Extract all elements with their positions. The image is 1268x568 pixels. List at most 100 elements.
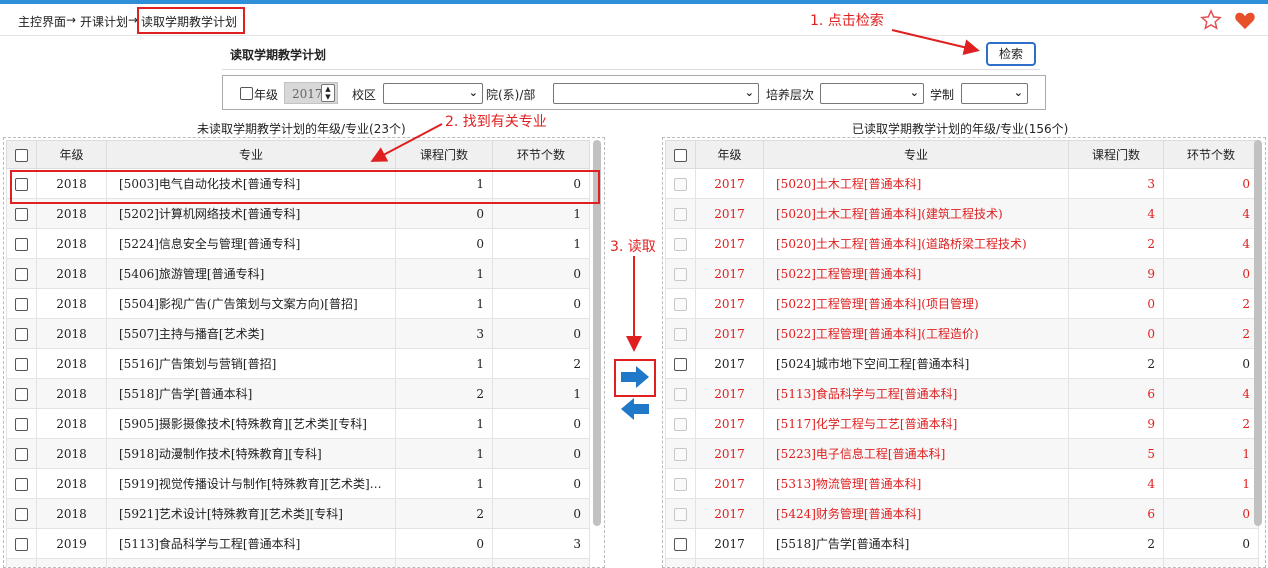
- row-checkbox[interactable]: [15, 207, 28, 221]
- cell-links: 4: [1163, 378, 1259, 409]
- row-checkbox-cell[interactable]: [6, 318, 37, 349]
- row-checkbox-cell[interactable]: [6, 378, 37, 409]
- row-checkbox[interactable]: [15, 387, 28, 401]
- table-row[interactable]: 2017 [5424]财务管理[普通本科] 6 0: [665, 498, 1259, 529]
- level-select[interactable]: ⌄: [820, 83, 924, 104]
- row-checkbox-cell[interactable]: [6, 468, 37, 499]
- table-row[interactable]: 2018 [5518]广告学[普通本科] 2 1: [6, 378, 590, 409]
- table-row[interactable]: 2017 [5020]土木工程[普通本科] 3 0: [665, 168, 1259, 199]
- cell-grade: 2018: [36, 498, 107, 529]
- row-checkbox[interactable]: [15, 417, 28, 431]
- row-checkbox-cell: [665, 558, 696, 567]
- table-row[interactable]: 2017 [5113]食品科学与工程[普通本科] 6 4: [665, 378, 1259, 409]
- cell-links: 1: [1163, 558, 1259, 567]
- row-checkbox[interactable]: [15, 327, 28, 341]
- stepper-arrows-icon[interactable]: ▲ ▼: [321, 84, 335, 102]
- row-checkbox-cell[interactable]: [6, 498, 37, 529]
- row-checkbox[interactable]: [15, 447, 28, 461]
- cell-major: [5722]产品设计[艺术本科][艺术校区]: [763, 558, 1069, 567]
- row-checkbox-cell[interactable]: [6, 258, 37, 289]
- table-row[interactable]: 2017 [5313]物流管理[普通本科] 4 1: [665, 468, 1259, 499]
- search-button[interactable]: 检索: [986, 42, 1036, 66]
- move-right-arrow-icon[interactable]: [620, 366, 650, 388]
- cell-courses: 6: [1068, 378, 1164, 409]
- cell-grade: 2017: [695, 228, 764, 259]
- row-checkbox-cell[interactable]: [6, 558, 37, 567]
- row-checkbox-cell[interactable]: [6, 528, 37, 559]
- select-all-checkbox[interactable]: [15, 148, 28, 162]
- cell-grade: 2017: [695, 258, 764, 289]
- table-row[interactable]: 2017 [5223]电子信息工程[普通本科] 5 1: [665, 438, 1259, 469]
- table-row[interactable]: 2018 [5516]广告策划与营销[普招] 1 2: [6, 348, 590, 379]
- row-checkbox[interactable]: [15, 357, 28, 371]
- cell-grade: 2018: [36, 288, 107, 319]
- select-all-cell[interactable]: [665, 140, 696, 169]
- row-checkbox-cell[interactable]: [6, 438, 37, 469]
- star-outline-icon[interactable]: [1200, 9, 1222, 31]
- table-row[interactable]: 2019 [5113]食品科学与工程[普通本科] 0 3: [6, 528, 590, 559]
- row-checkbox[interactable]: [15, 537, 28, 551]
- row-checkbox[interactable]: [15, 267, 28, 281]
- row-checkbox-cell[interactable]: [6, 408, 37, 439]
- table-row[interactable]: 2017 [5020]土木工程[普通本科](建筑工程技术) 4 4: [665, 198, 1259, 229]
- heart-icon[interactable]: [1234, 10, 1256, 30]
- table-row[interactable]: 2017 [5518]广告学[普通本科] 2 0: [665, 528, 1259, 559]
- cell-grade: 2017: [695, 558, 764, 567]
- cell-major: [5117]化学工程与工艺[普通本科]: [763, 408, 1069, 439]
- cell-courses: 9: [1068, 258, 1164, 289]
- cell-courses: 4: [1068, 558, 1164, 567]
- breadcrumb-home[interactable]: 主控界面: [18, 13, 66, 30]
- row-checkbox-cell[interactable]: [665, 348, 696, 379]
- row-checkbox: [674, 507, 687, 521]
- move-left-arrow-icon[interactable]: [620, 398, 650, 420]
- table-row[interactable]: 2018 [5905]摄影摄像技术[特殊教育][艺术类][专科] 1 0: [6, 408, 590, 439]
- table-row[interactable]: 2018 [5406]旅游管理[普通专科] 1 0: [6, 258, 590, 289]
- cell-grade: 2018: [36, 438, 107, 469]
- cell-links: 0: [492, 468, 590, 499]
- table-row[interactable]: 2017 [5024]城市地下空间工程[普通本科] 2 0: [665, 348, 1259, 379]
- row-checkbox[interactable]: [15, 477, 28, 491]
- row-checkbox-cell: [665, 318, 696, 349]
- column-header-links: 环节个数: [1163, 140, 1259, 169]
- campus-select[interactable]: ⌄: [383, 83, 483, 104]
- table-row[interactable]: 2017 [5020]土木工程[普通本科](道路桥梁工程技术) 2 4: [665, 228, 1259, 259]
- row-checkbox[interactable]: [15, 237, 28, 251]
- table-row[interactable]: 2018 [5224]信息安全与管理[普通专科] 0 1: [6, 228, 590, 259]
- dept-select[interactable]: ⌄: [553, 83, 759, 104]
- campus-label: 校区: [352, 88, 377, 102]
- grade-stepper[interactable]: 2017 ▲ ▼: [284, 82, 338, 104]
- table-row[interactable]: 2018 [5507]主持与播音[艺术类] 3 0: [6, 318, 590, 349]
- row-checkbox[interactable]: [674, 537, 687, 551]
- cell-courses: 1: [395, 288, 493, 319]
- table-row[interactable]: 2018 [5918]动漫制作技术[特殊教育][专科] 1 0: [6, 438, 590, 469]
- row-checkbox-cell[interactable]: [6, 348, 37, 379]
- cell-major: [5406]旅游管理[普通专科]: [106, 258, 396, 289]
- table-row[interactable]: 2018 [5504]影视广告(广告策划与文案方向)[普招] 1 0: [6, 288, 590, 319]
- select-all-checkbox[interactable]: [674, 148, 687, 162]
- row-checkbox-cell[interactable]: [6, 288, 37, 319]
- cell-major: [5424]财务管理[普通本科]: [763, 498, 1069, 529]
- table-row[interactable]: 2017 [5022]工程管理[普通本科](项目管理) 0 2: [665, 288, 1259, 319]
- grade-checkbox[interactable]: [240, 87, 253, 100]
- cell-links: 0: [492, 498, 590, 529]
- system-select[interactable]: ⌄: [961, 83, 1028, 104]
- table-row[interactable]: 2019[5406]旅游管理[普通专科]10: [6, 558, 590, 567]
- row-checkbox[interactable]: [15, 297, 28, 311]
- row-checkbox[interactable]: [674, 357, 687, 371]
- select-all-cell[interactable]: [6, 140, 37, 169]
- table-row[interactable]: 2017 [5022]工程管理[普通本科] 9 0: [665, 258, 1259, 289]
- column-header-grade: 年级: [36, 140, 107, 169]
- level-label: 培养层次: [766, 88, 815, 102]
- table-row[interactable]: 2018 [5921]艺术设计[特殊教育][艺术类][专科] 2 0: [6, 498, 590, 529]
- table-row[interactable]: 2018 [5919]视觉传播设计与制作[特殊教育][艺术类]… 1 0: [6, 468, 590, 499]
- row-checkbox-cell[interactable]: [665, 528, 696, 559]
- scrollbar-thumb[interactable]: [1254, 140, 1262, 526]
- row-checkbox-cell[interactable]: [6, 228, 37, 259]
- cell-links: 0: [492, 558, 590, 567]
- table-row[interactable]: 2017 [5117]化学工程与工艺[普通本科] 9 2: [665, 408, 1259, 439]
- row-checkbox[interactable]: [15, 507, 28, 521]
- breadcrumb-plan[interactable]: 开课计划: [80, 13, 128, 30]
- table-row[interactable]: 2017 [5022]工程管理[普通本科](工程造价) 0 2: [665, 318, 1259, 349]
- table-row[interactable]: 2017[5722]产品设计[艺术本科][艺术校区]41: [665, 558, 1259, 567]
- annotation-step3: 3. 读取: [610, 239, 656, 255]
